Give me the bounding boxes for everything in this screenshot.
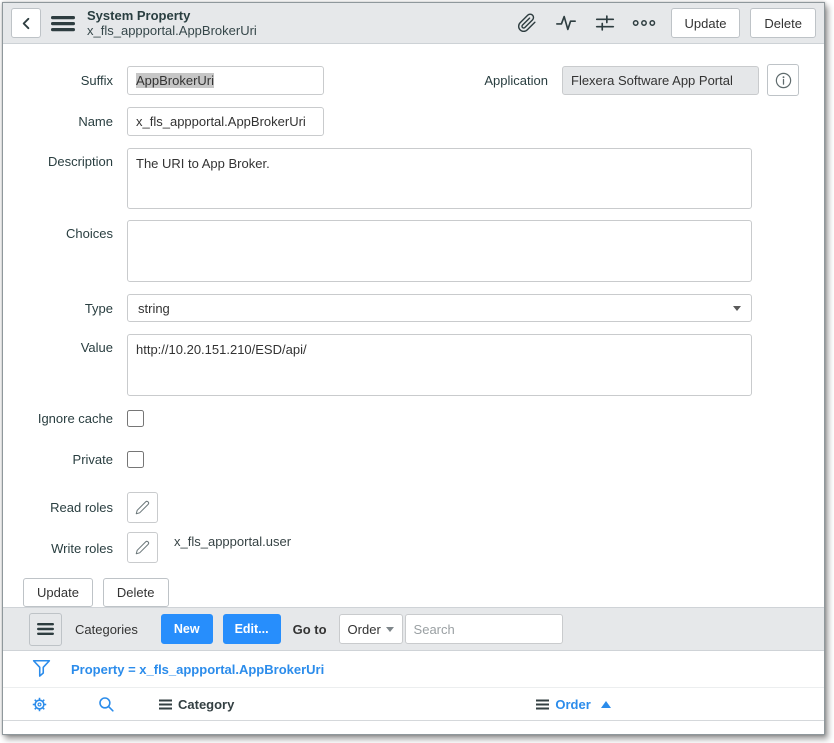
personalize-form-sliders-icon[interactable] <box>592 10 618 36</box>
edit-button[interactable]: Edit... <box>223 614 281 644</box>
form-title-block: System Property x_fls_appportal.AppBroke… <box>87 8 257 38</box>
related-list-menu-button[interactable] <box>29 613 62 646</box>
pencil-icon <box>135 540 150 555</box>
row-name: Name <box>23 107 799 136</box>
filter-condition-link[interactable]: Property = x_fls_appportal.AppBrokerUri <box>71 662 324 677</box>
choices-label: Choices <box>23 220 127 241</box>
row-ignore-cache: Ignore cache <box>23 410 799 427</box>
column-header-label: Order <box>555 697 590 712</box>
application-reference-info-button[interactable] <box>767 64 799 96</box>
form-context-menu-icon[interactable] <box>51 13 75 33</box>
row-suffix-application: Suffix AppBrokerUri Application <box>23 64 799 96</box>
form-header-bar: System Property x_fls_appportal.AppBroke… <box>3 3 824 44</box>
suffix-input[interactable]: AppBrokerUri <box>127 66 324 95</box>
update-button-header[interactable]: Update <box>671 8 741 38</box>
related-list-header-bar: Categories New Edit... Go to Order <box>3 607 824 651</box>
ignore-cache-label: Ignore cache <box>23 411 127 426</box>
suffix-selected-text: AppBrokerUri <box>136 73 214 88</box>
list-body-empty <box>3 721 824 734</box>
row-description: Description The URI to App Broker. <box>23 148 799 209</box>
write-roles-label: Write roles <box>23 532 127 556</box>
application-label: Application <box>484 73 562 88</box>
chevron-down-icon <box>386 627 394 632</box>
row-private: Private <box>23 451 799 468</box>
column-menu-icon <box>536 699 549 710</box>
list-column-header-row: Category Order <box>3 688 824 721</box>
funnel-icon[interactable] <box>31 658 52 681</box>
update-button-footer[interactable]: Update <box>23 578 93 607</box>
list-filter-row: Property = x_fls_appportal.AppBrokerUri <box>3 651 824 688</box>
column-header-order[interactable]: Order <box>536 697 610 712</box>
suffix-field-group: Suffix AppBrokerUri <box>23 66 324 95</box>
goto-selected-value: Order <box>348 622 386 637</box>
pencil-icon <box>135 500 150 515</box>
write-roles-value: x_fls_appportal.user <box>174 534 291 549</box>
form-footer-buttons: Update Delete <box>23 578 799 607</box>
description-textarea[interactable]: The URI to App Broker. <box>127 148 752 209</box>
application-input <box>562 66 759 95</box>
activity-stream-icon[interactable] <box>553 10 579 36</box>
row-value: Value http://10.20.151.210/ESD/api/ <box>23 334 799 396</box>
value-label: Value <box>23 334 127 355</box>
gear-icon[interactable] <box>30 695 49 714</box>
name-input[interactable] <box>127 107 324 136</box>
page-title: System Property <box>87 8 257 23</box>
read-roles-edit-button[interactable] <box>127 492 158 523</box>
private-label: Private <box>23 452 127 467</box>
goto-label: Go to <box>293 622 327 637</box>
choices-textarea[interactable] <box>127 220 752 282</box>
delete-button-header[interactable]: Delete <box>750 8 816 38</box>
type-selected-value: string <box>138 301 733 316</box>
write-roles-edit-button[interactable] <box>127 532 158 563</box>
new-button[interactable]: New <box>161 614 213 644</box>
description-label: Description <box>23 148 127 169</box>
chevron-down-icon <box>733 306 741 311</box>
goto-field-select[interactable]: Order <box>339 614 403 644</box>
paperclip-icon[interactable] <box>514 10 540 36</box>
search-icon[interactable] <box>97 695 116 714</box>
row-write-roles: Write roles x_fls_appportal.user <box>23 532 799 563</box>
private-checkbox[interactable] <box>127 451 144 468</box>
type-label: Type <box>23 301 127 316</box>
delete-button-footer[interactable]: Delete <box>103 578 169 607</box>
list-search-input[interactable] <box>405 614 563 644</box>
column-menu-icon <box>159 699 172 710</box>
type-select[interactable]: string <box>127 294 752 322</box>
row-type: Type string <box>23 294 799 322</box>
ignore-cache-checkbox[interactable] <box>127 410 144 427</box>
sort-ascending-icon <box>601 701 611 708</box>
column-header-label: Category <box>178 697 234 712</box>
info-icon <box>774 71 793 90</box>
record-subtitle: x_fls_appportal.AppBrokerUri <box>87 23 257 38</box>
read-roles-label: Read roles <box>23 500 127 515</box>
name-label: Name <box>23 114 127 129</box>
row-choices: Choices <box>23 220 799 282</box>
suffix-label: Suffix <box>23 73 127 88</box>
value-textarea[interactable]: http://10.20.151.210/ESD/api/ <box>127 334 752 396</box>
hamburger-icon <box>37 622 54 636</box>
back-button[interactable] <box>11 8 41 38</box>
column-header-category[interactable]: Category <box>159 697 234 712</box>
chevron-left-icon <box>19 16 34 31</box>
row-read-roles: Read roles <box>23 492 799 523</box>
more-options-icon[interactable] <box>631 10 657 36</box>
form-body: Suffix AppBrokerUri Application Name Des <box>3 44 824 607</box>
related-list-title: Categories <box>75 622 138 637</box>
record-form-window: System Property x_fls_appportal.AppBroke… <box>2 2 825 735</box>
application-field-group: Application <box>484 64 799 96</box>
